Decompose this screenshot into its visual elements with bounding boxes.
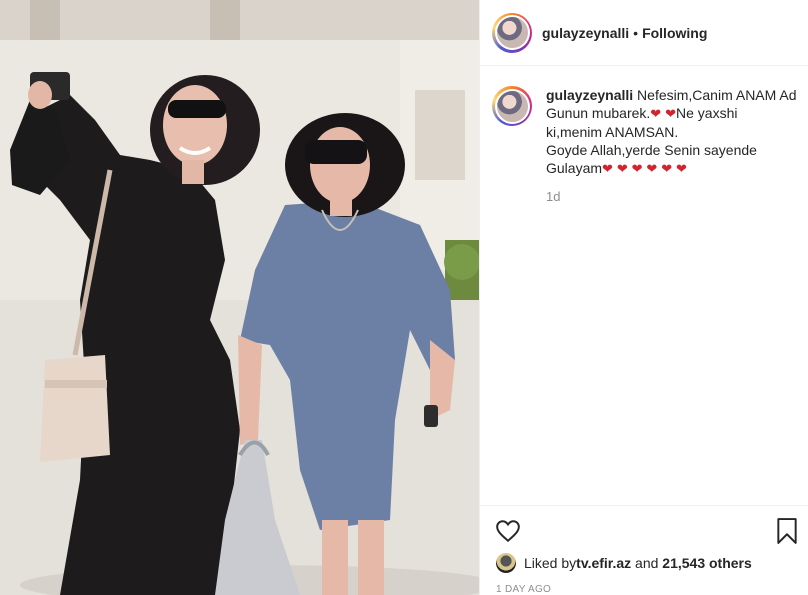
liker-avatar[interactable] — [496, 553, 516, 573]
heart-outline-icon[interactable] — [495, 518, 521, 544]
bookmark-icon[interactable] — [776, 518, 798, 544]
caption-avatar-border — [494, 88, 530, 124]
heart-emoji: ❤ — [661, 161, 673, 176]
photo-illustration — [0, 0, 479, 595]
likes-count[interactable]: 21,543 others — [662, 555, 752, 571]
heart-emoji: ❤ — [665, 106, 676, 121]
avatar-image — [496, 17, 528, 48]
liker-username[interactable]: tv.efir.az — [576, 555, 631, 571]
heart-emoji: ❤ — [646, 161, 658, 176]
post-timestamp[interactable]: 1 DAY AGO — [496, 584, 551, 595]
heart-emoji: ❤ — [602, 161, 613, 176]
heart-emoji: ❤ — [650, 106, 662, 121]
header-separator: • — [633, 24, 639, 41]
post-actions: Liked by tv.efir.az and 21,543 others 1 … — [480, 505, 808, 595]
caption-text-block: gulayzeynalli Nefesim,Canim ANAM Ad Gunu… — [546, 86, 797, 141]
caption-avatar[interactable] — [492, 86, 532, 126]
post-header: gulayzeynalli • Following — [480, 0, 808, 66]
caption-body: gulayzeynalli Nefesim,Canim ANAM Ad Gunu… — [546, 86, 797, 206]
post-caption: gulayzeynalli Nefesim,Canim ANAM Ad Gunu… — [492, 86, 797, 206]
avatar[interactable] — [492, 12, 532, 53]
following-button[interactable]: Following — [642, 25, 707, 41]
likes-summary: Liked by tv.efir.az and 21,543 others — [496, 553, 752, 573]
caption-username[interactable]: gulayzeynalli — [546, 87, 633, 103]
likes-middle: and — [631, 555, 663, 571]
heart-emoji: ❤ — [676, 161, 687, 176]
avatar-border — [494, 15, 530, 50]
caption-text-block-2: Goyde Allah,yerde Senin sayende Gulayam❤… — [546, 141, 797, 178]
heart-emoji: ❤ — [631, 161, 643, 176]
likes-prefix: Liked by — [524, 555, 577, 571]
post-sidebar: gulayzeynalli • Following gulayzeynalli … — [479, 0, 808, 595]
caption-avatar-image — [496, 90, 528, 122]
instagram-post: gulayzeynalli • Following gulayzeynalli … — [0, 0, 808, 595]
header-username[interactable]: gulayzeynalli — [542, 25, 629, 41]
caption-timestamp[interactable]: 1d — [546, 188, 797, 206]
post-photo[interactable] — [0, 0, 479, 595]
heart-emoji: ❤ — [616, 161, 628, 176]
